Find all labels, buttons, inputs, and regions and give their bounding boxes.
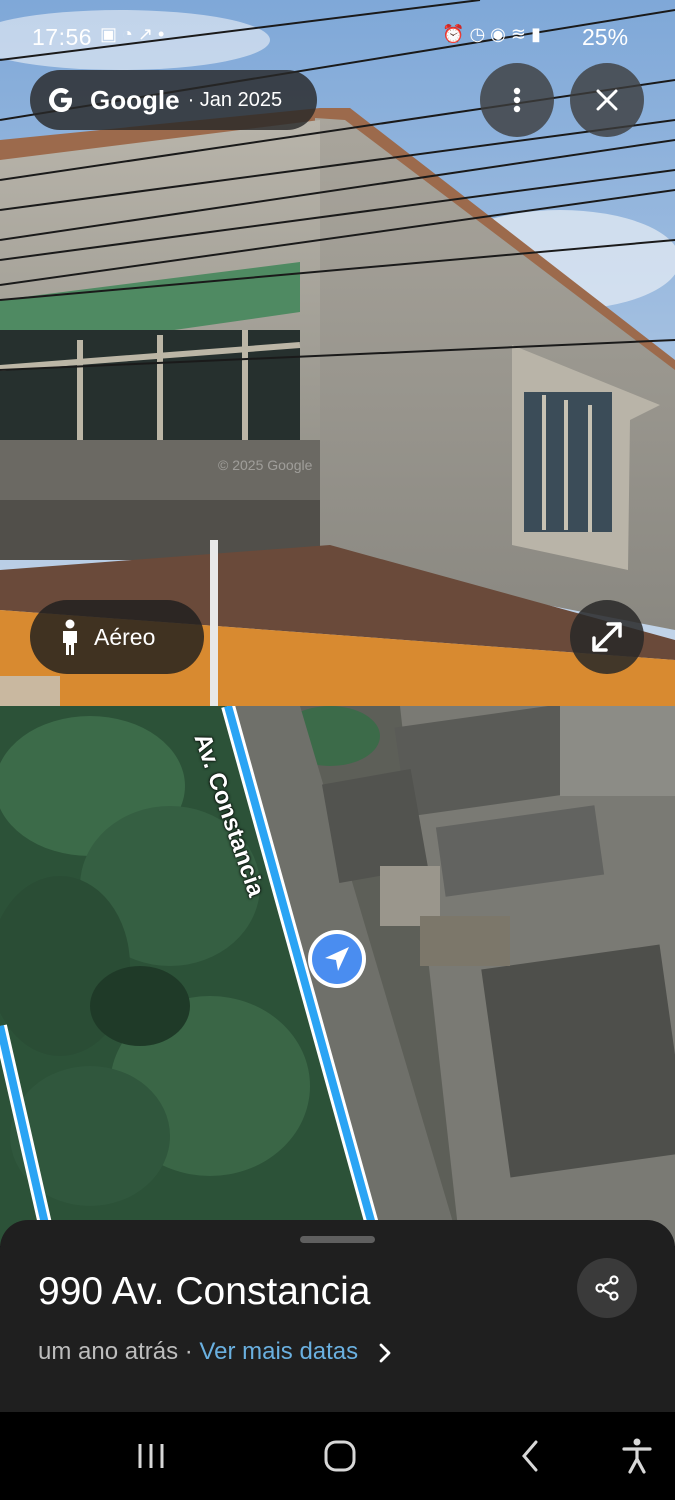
status-bar: 17:56 ▣ ◔ ↗ • ⏰ ◷ ◉ ≋ ▮ 25%	[0, 0, 675, 78]
recent-apps-icon	[138, 1444, 164, 1468]
wifi-icon: ≋	[510, 24, 526, 44]
accessibility-icon	[622, 1438, 652, 1474]
alarm-icon: ⏰	[442, 24, 465, 44]
back-icon	[522, 1440, 538, 1472]
accessibility-button[interactable]	[612, 1434, 662, 1478]
current-position-marker[interactable]	[306, 928, 368, 990]
expand-icon	[592, 622, 622, 652]
status-time: 17:56	[32, 24, 93, 50]
home-button[interactable]	[315, 1434, 365, 1478]
watermark: © 2025 Google	[218, 457, 313, 473]
location-icon: ◉	[490, 24, 506, 44]
more-options-button[interactable]	[480, 63, 554, 137]
pegman-icon	[63, 619, 77, 655]
system-navigation-bar	[0, 1412, 675, 1500]
status-left-icons: ▣ ◔ ↗ •	[100, 24, 164, 45]
image-icon: ▣	[100, 24, 118, 44]
aerial-view-button[interactable]: Aéreo	[30, 600, 204, 674]
recent-apps-button[interactable]	[126, 1434, 176, 1478]
close-icon	[596, 89, 618, 111]
share-button[interactable]	[577, 1258, 637, 1318]
imagery-source-pill[interactable]: Google · Jan 2025	[30, 70, 317, 130]
chevron-right-icon[interactable]	[379, 1343, 391, 1363]
more-vert-icon	[513, 87, 521, 113]
dot-icon: •	[158, 24, 165, 44]
google-g-icon	[49, 88, 72, 112]
close-button[interactable]	[570, 63, 644, 137]
bottom-sheet[interactable]: 990 Av. Constancia um ano atrás · Ver ma…	[0, 1220, 675, 1412]
address-title: 990 Av. Constancia	[38, 1270, 371, 1313]
aerial-label: Aéreo	[94, 623, 156, 650]
back-button[interactable]	[505, 1434, 555, 1478]
home-icon	[324, 1440, 356, 1472]
more-dates-link[interactable]: Ver mais datas	[199, 1338, 358, 1365]
trend-icon: ↗	[137, 24, 154, 44]
sync-icon: ◔	[122, 24, 133, 44]
battery-level: 25%	[582, 24, 629, 50]
clock-icon: ◷	[469, 24, 486, 44]
imagery-age-row: um ano atrás · Ver mais datas	[38, 1338, 391, 1366]
expand-button[interactable]	[570, 600, 644, 674]
imagery-age: um ano atrás ·	[38, 1338, 193, 1365]
capture-date: · Jan 2025	[187, 88, 283, 111]
drag-handle[interactable]	[300, 1236, 375, 1243]
source-name: Google	[90, 84, 180, 115]
share-icon	[595, 1275, 619, 1301]
signal-icon: ▮	[531, 24, 541, 44]
status-right-icons: ⏰ ◷ ◉ ≋ ▮	[442, 24, 541, 45]
